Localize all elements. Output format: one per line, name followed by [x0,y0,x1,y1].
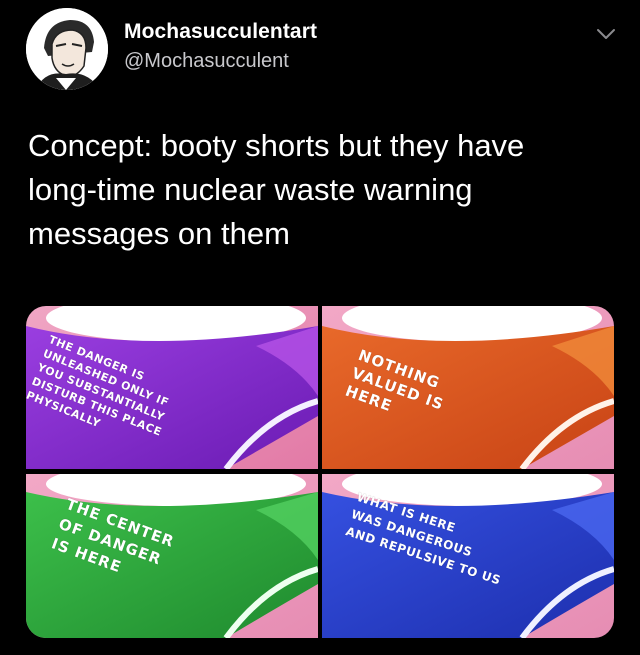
media-panel-blue: What is here was dangerous and repulsive… [322,474,614,638]
avatar[interactable] [26,8,108,90]
tweet-text: Concept: booty shorts but they have long… [28,128,525,251]
user-handle[interactable]: @Mochasucculent [124,50,289,73]
avatar-image [26,8,108,90]
media-panel-green: The center of danger is here [26,474,318,638]
tweet-media[interactable]: The danger is unleashed only if you subs… [26,306,614,638]
tweet-header: Mochasucculentart @Mochasucculent [0,0,640,100]
media-panel-purple: The danger is unleashed only if you subs… [26,306,318,469]
chevron-down-icon[interactable] [594,22,618,46]
display-name[interactable]: Mochasucculentart [124,20,317,44]
media-panel-orange: Nothing valued is here [322,306,614,469]
